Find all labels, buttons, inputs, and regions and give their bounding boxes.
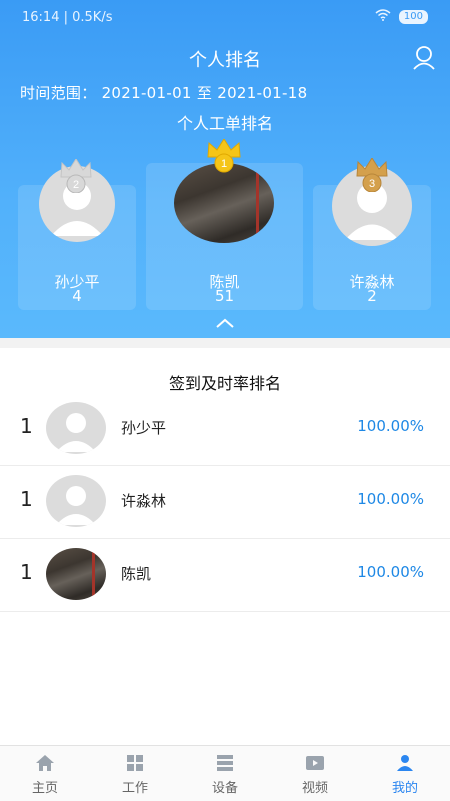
podium-score-second: 4 [72,287,82,305]
bottom-tab-bar: 主页 工作 设备 视频 我的 [0,745,450,801]
row-name: 陈凯 [121,565,152,583]
tab-work[interactable]: 工作 [90,746,180,801]
table-row[interactable]: 1 陈凯 100.00% [0,538,450,612]
row-rank: 1 [20,414,33,438]
row-rate: 100.00% [357,490,424,508]
tab-label: 主页 [31,781,58,796]
svg-text:1: 1 [221,158,227,170]
video-icon [306,756,324,770]
avatar-photo [174,163,274,243]
date-range[interactable]: 时间范围： 2021-01-01 至 2021-01-18 [20,82,307,103]
row-rank: 1 [20,487,33,511]
status-bar: 16:14 | 0.5K/s 100 [0,0,450,36]
end-date: 2021-01-18 [217,84,308,102]
tab-label: 设备 [211,781,238,796]
person-icon [397,755,413,771]
tab-mine[interactable]: 我的 [360,746,450,801]
svg-text:2: 2 [73,179,79,191]
row-rate: 100.00% [357,563,424,581]
svg-text:3: 3 [369,178,375,190]
wifi-icon [375,9,391,25]
status-time: 16:14 | 0.5K/s [22,10,113,25]
row-name: 许淼林 [121,492,167,510]
grid-icon [127,755,143,771]
battery-icon: 100 [398,10,428,24]
table-row[interactable]: 1 孙少平 100.00% [0,392,450,466]
user-profile-icon[interactable] [412,44,438,70]
date-separator: 至 [196,84,213,102]
chevron-up-icon[interactable] [214,316,236,330]
gold-crown-icon: 1 [207,139,241,173]
tab-device[interactable]: 设备 [180,746,270,801]
bronze-crown-icon: 3 [356,158,388,192]
avatar-photo [46,548,106,600]
row-name: 孙少平 [121,419,167,437]
podium-score-first: 51 [214,287,235,305]
date-range-label: 时间范围： [20,84,97,102]
ranking-header: 16:14 | 0.5K/s 100 个人排名 时间范围： 2021-01-01… [0,0,450,338]
start-date: 2021-01-01 [101,84,192,102]
home-icon [36,755,54,771]
status-icons: 100 [375,9,428,25]
avatar [46,402,106,454]
device-icon [217,755,233,771]
tab-video[interactable]: 视频 [270,746,360,801]
section-subtitle: 个人工单排名 [176,114,273,133]
table-row[interactable]: 1 许淼林 100.00% [0,465,450,539]
tab-label: 我的 [391,781,418,796]
tab-home[interactable]: 主页 [0,746,90,801]
section-divider [0,338,450,348]
podium-score-third: 2 [367,287,377,305]
avatar [46,475,106,527]
tab-label: 工作 [121,781,148,796]
row-rate: 100.00% [357,417,424,435]
tab-label: 视频 [301,781,328,796]
attendance-title: 签到及时率排名 [168,374,281,393]
page-title: 个人排名 [189,50,261,71]
row-rank: 1 [20,560,33,584]
silver-crown-icon: 2 [60,159,92,193]
